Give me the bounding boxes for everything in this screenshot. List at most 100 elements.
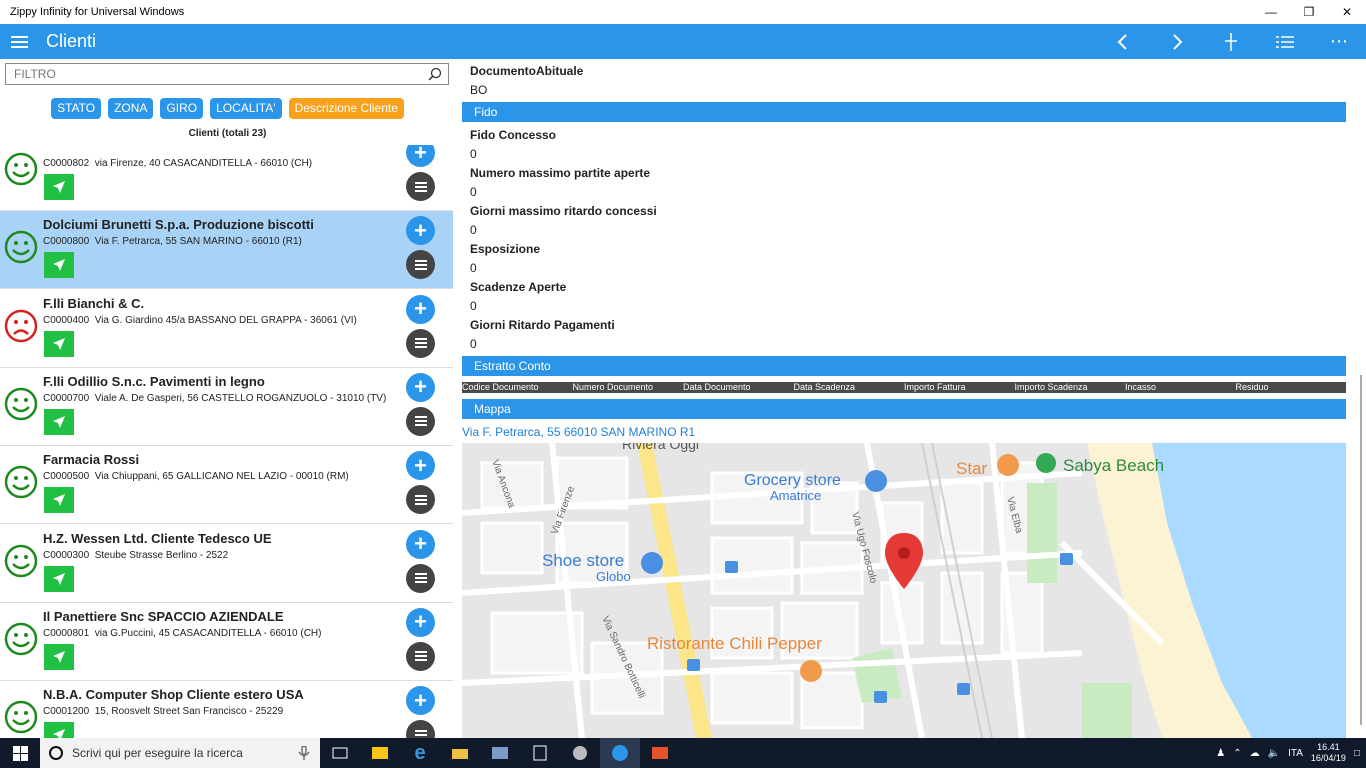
navigation-arrow-icon: [53, 572, 65, 585]
map-label: Amatrice: [770, 488, 821, 503]
previous-icon[interactable]: [1096, 24, 1150, 59]
add-button[interactable]: +: [406, 216, 435, 246]
navigate-button[interactable]: [44, 722, 74, 738]
row-menu-button[interactable]: [406, 250, 435, 280]
navigate-button[interactable]: [44, 330, 74, 357]
volume-icon[interactable]: 🔈: [1268, 748, 1280, 759]
add-button[interactable]: +: [406, 607, 435, 637]
column-header[interactable]: Data Documento: [683, 382, 794, 393]
client-row[interactable]: F.lli Odillio S.n.c. Pavimenti in legno C…: [0, 367, 453, 446]
app-icon[interactable]: [560, 738, 600, 768]
row-menu-button[interactable]: [406, 563, 435, 593]
edge-icon[interactable]: e: [400, 738, 440, 768]
navigate-button[interactable]: [44, 408, 74, 435]
client-row[interactable]: N.B.A. Computer Shop Cliente estero USA C…: [0, 681, 453, 738]
search-icon[interactable]: [428, 67, 442, 81]
navigation-arrow-icon: [53, 415, 65, 428]
taskbar-search[interactable]: Scrivi qui per eseguire la ricerca: [40, 738, 320, 768]
detail-scrollbar[interactable]: [1360, 375, 1362, 725]
zippy-app-icon[interactable]: [600, 738, 640, 768]
add-button[interactable]: +: [406, 145, 435, 167]
client-row[interactable]: Farmacia Rossi C0000500 Via Chiuppani, 65…: [0, 446, 453, 525]
list-view-icon[interactable]: [1258, 24, 1312, 59]
client-address: C0000500 Via Chiuppani, 65 GALLICANO NEL…: [43, 471, 349, 482]
row-menu-button[interactable]: [406, 641, 435, 671]
maximize-icon[interactable]: ❐: [1290, 0, 1328, 24]
client-address: C0000700 Viale A. De Gasperi, 56 CASTELL…: [43, 393, 386, 404]
map-address-link[interactable]: Via F. Petrarca, 55 66010 SAN MARINO R1: [462, 425, 695, 439]
add-button[interactable]: +: [406, 529, 435, 559]
close-icon[interactable]: ✕: [1328, 0, 1366, 24]
title-bar: Zippy Infinity for Universal Windows — ❐…: [0, 0, 1366, 24]
navigate-button[interactable]: [44, 487, 74, 514]
row-menu-button[interactable]: [406, 172, 435, 201]
chip-stato[interactable]: STATO: [51, 98, 102, 119]
pin-icon[interactable]: [1204, 24, 1258, 59]
navigate-button[interactable]: [44, 565, 74, 592]
calculator-icon[interactable]: [520, 738, 560, 768]
client-name: Il Panettiere Snc SPACCIO AZIENDALE: [43, 608, 284, 624]
people-icon[interactable]: ♟: [1216, 748, 1225, 759]
navigate-button[interactable]: [44, 252, 74, 279]
column-header[interactable]: Importo Scadenza: [1015, 382, 1126, 393]
clock[interactable]: 16.41 16/04/19: [1311, 742, 1346, 764]
task-view-icon[interactable]: [320, 738, 360, 768]
client-address: C0000300 Steube Strasse Berlino - 2522: [43, 550, 228, 561]
client-row[interactable]: Il Panettiere Snc SPACCIO AZIENDALE C0000…: [0, 602, 453, 681]
client-code: C0000300: [43, 549, 90, 561]
minimize-icon[interactable]: —: [1252, 0, 1290, 24]
happy-face-icon: [4, 544, 38, 577]
filter-input[interactable]: [6, 64, 416, 84]
chip-giro[interactable]: GIRO: [160, 98, 204, 119]
notification-icon[interactable]: □: [1354, 748, 1360, 759]
network-icon[interactable]: ☁: [1250, 748, 1260, 759]
column-header[interactable]: Codice Documento: [462, 382, 573, 393]
more-icon[interactable]: ⋯: [1312, 24, 1366, 59]
file-explorer-icon[interactable]: [440, 738, 480, 768]
chip-descrizione-cliente[interactable]: Descrizione Cliente: [288, 98, 404, 119]
row-menu-button[interactable]: [406, 406, 435, 436]
documento-label: DocumentoAbituale: [470, 64, 584, 78]
next-icon[interactable]: [1150, 24, 1204, 59]
client-name: Dolciumi Brunetti S.p.a. Produzione bisc…: [43, 217, 314, 233]
add-button[interactable]: +: [406, 451, 435, 481]
column-header[interactable]: Incasso: [1125, 382, 1236, 393]
add-button[interactable]: +: [406, 294, 435, 324]
chip-zona[interactable]: ZONA: [108, 98, 154, 119]
language-indicator[interactable]: ITA: [1288, 748, 1303, 759]
app-icon[interactable]: [480, 738, 520, 768]
hamburger-menu-icon[interactable]: [0, 24, 38, 59]
client-row[interactable]: C0000802 via Firenze, 40 CASACANDITELLA …: [0, 145, 453, 211]
column-header[interactable]: Data Scadenza: [794, 382, 905, 393]
plus-icon: +: [414, 296, 427, 322]
plus-icon: +: [414, 609, 427, 635]
add-button[interactable]: +: [406, 372, 435, 402]
client-code: C0000400: [43, 314, 90, 326]
app-icon[interactable]: [360, 738, 400, 768]
app-icon[interactable]: [640, 738, 680, 768]
map-view[interactable]: Riviera Oggi Grocery store Amatrice Star…: [462, 443, 1346, 738]
clock-time: 16.41: [1317, 742, 1340, 752]
client-row[interactable]: H.Z. Wessen Ltd. Cliente Tedesco UE C0000…: [0, 524, 453, 603]
row-menu-button[interactable]: [406, 328, 435, 358]
field-label: Esposizione: [470, 242, 541, 256]
row-menu-button[interactable]: [406, 485, 435, 515]
row-menu-button[interactable]: [406, 720, 435, 738]
column-header[interactable]: Residuo: [1236, 382, 1347, 393]
column-header[interactable]: Numero Documento: [573, 382, 684, 393]
taskbar: Scrivi qui per eseguire la ricerca e ♟ ⌃…: [0, 738, 1366, 768]
client-row[interactable]: Dolciumi Brunetti S.p.a. Produzione bisc…: [0, 211, 453, 290]
navigate-button[interactable]: [44, 174, 74, 200]
field-value: 0: [470, 261, 477, 275]
chip-localita[interactable]: LOCALITA': [210, 98, 282, 119]
documento-value: BO: [470, 83, 488, 97]
add-button[interactable]: +: [406, 686, 435, 716]
microphone-icon[interactable]: [298, 746, 310, 760]
column-header[interactable]: Importo Fattura: [904, 382, 1015, 393]
app-bar: Clienti ⋯: [0, 24, 1366, 59]
field-value: 0: [470, 337, 477, 351]
chevron-up-icon[interactable]: ⌃: [1233, 748, 1241, 759]
windows-start-icon[interactable]: [0, 738, 40, 768]
navigate-button[interactable]: [44, 643, 74, 670]
client-row[interactable]: F.lli Bianchi & C. C0000400 Via G. Giardi…: [0, 289, 453, 368]
